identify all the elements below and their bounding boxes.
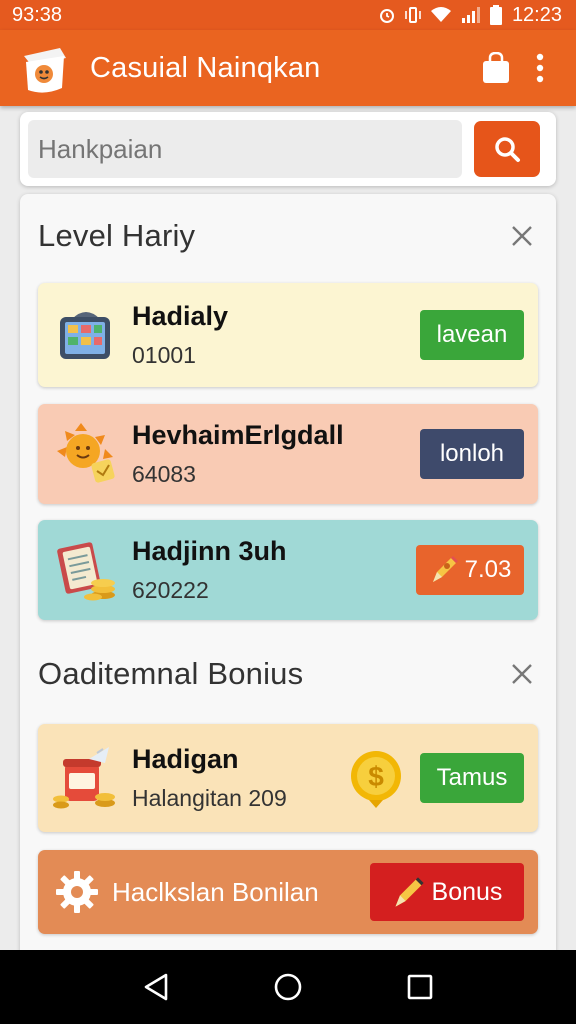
status-bar: 93:38 12:23 bbox=[0, 0, 576, 30]
item-name: Hadigan bbox=[132, 744, 239, 774]
item-action-button[interactable]: Tamus bbox=[420, 753, 524, 803]
item-value: 620222 bbox=[132, 577, 209, 603]
close-icon[interactable] bbox=[506, 658, 538, 690]
section-title: Oaditemnal Bonius bbox=[38, 656, 304, 691]
item-action-button[interactable]: lavean bbox=[420, 310, 524, 360]
status-right: 12:23 bbox=[378, 4, 562, 27]
alarm-icon bbox=[378, 6, 396, 24]
battery-icon bbox=[489, 5, 502, 25]
search-input[interactable] bbox=[28, 120, 462, 178]
jar-coins-icon bbox=[50, 742, 122, 814]
close-icon[interactable] bbox=[506, 220, 538, 252]
section-title: Level Hariy bbox=[38, 218, 196, 253]
list-item[interactable]: Hadjinn 3uh 620222 7.03 bbox=[38, 520, 538, 620]
signal-icon bbox=[460, 6, 482, 24]
back-icon[interactable] bbox=[126, 957, 186, 1017]
pencil-icon bbox=[432, 556, 458, 582]
item-action-button[interactable]: lonloh bbox=[420, 429, 524, 479]
sun-icon bbox=[50, 418, 122, 490]
vibrate-icon bbox=[404, 6, 422, 24]
navigation-bar bbox=[0, 950, 576, 1024]
tablet-icon bbox=[50, 299, 122, 371]
item-name: HevhaimErlgdall bbox=[132, 420, 344, 450]
list-item[interactable]: Hadigan Halangitan 209 $ Tamus bbox=[38, 724, 538, 832]
home-icon[interactable] bbox=[258, 957, 318, 1017]
status-time-right: 12:23 bbox=[511, 3, 562, 26]
item-name: Hadialy bbox=[132, 301, 229, 331]
wifi-icon bbox=[430, 6, 452, 24]
bonus-text: Haclkslan Bonilan bbox=[112, 877, 370, 908]
document-coins-icon bbox=[50, 534, 122, 606]
bonus-label: Haclkslan Bonilan bbox=[112, 876, 319, 907]
item-text: Hadjinn 3uh 620222 bbox=[132, 536, 416, 604]
section-header-level: Level Hariy bbox=[38, 218, 538, 254]
dollar-coin-icon: $ bbox=[346, 748, 406, 808]
search-card bbox=[20, 112, 556, 186]
status-time-left: 93:38 bbox=[12, 3, 63, 26]
bonus-button[interactable]: Bonus bbox=[370, 863, 524, 921]
item-action-label: 7.03 bbox=[464, 556, 512, 583]
app-bar: Casuial Nainqkan bbox=[0, 30, 576, 106]
search-button[interactable] bbox=[474, 121, 540, 177]
section-header-bonus: Oaditemnal Bonius bbox=[38, 656, 538, 692]
shopping-bag-icon[interactable] bbox=[474, 46, 518, 90]
item-value: Halangitan 209 bbox=[132, 785, 287, 811]
gear-icon bbox=[54, 869, 100, 915]
item-value: 64083 bbox=[132, 461, 196, 487]
item-action-button[interactable]: 7.03 bbox=[416, 545, 524, 595]
item-text: Hadialy 01001 bbox=[132, 301, 420, 369]
content-card: Level Hariy Hadialy 01001 lavean Hevhaim… bbox=[20, 194, 556, 954]
list-item[interactable]: Hadialy 01001 lavean bbox=[38, 283, 538, 387]
pencil-icon bbox=[395, 877, 424, 907]
app-title: Casuial Nainqkan bbox=[90, 51, 321, 84]
app-logo-icon[interactable] bbox=[14, 38, 74, 98]
status-icons bbox=[378, 5, 502, 25]
item-text: Hadigan Halangitan 209 bbox=[132, 744, 346, 812]
item-name: Hadjinn 3uh bbox=[132, 536, 287, 566]
overflow-menu-icon[interactable] bbox=[518, 46, 562, 90]
item-value: 01001 bbox=[132, 342, 196, 368]
search-icon bbox=[495, 137, 520, 162]
svg-text:$: $ bbox=[368, 761, 384, 792]
recents-icon[interactable] bbox=[390, 957, 450, 1017]
item-text: HevhaimErlgdall 64083 bbox=[132, 420, 420, 488]
bonus-bar[interactable]: Haclkslan Bonilan Bonus bbox=[38, 850, 538, 934]
list-item[interactable]: HevhaimErlgdall 64083 lonloh bbox=[38, 404, 538, 504]
bonus-button-label: Bonus bbox=[431, 877, 503, 906]
